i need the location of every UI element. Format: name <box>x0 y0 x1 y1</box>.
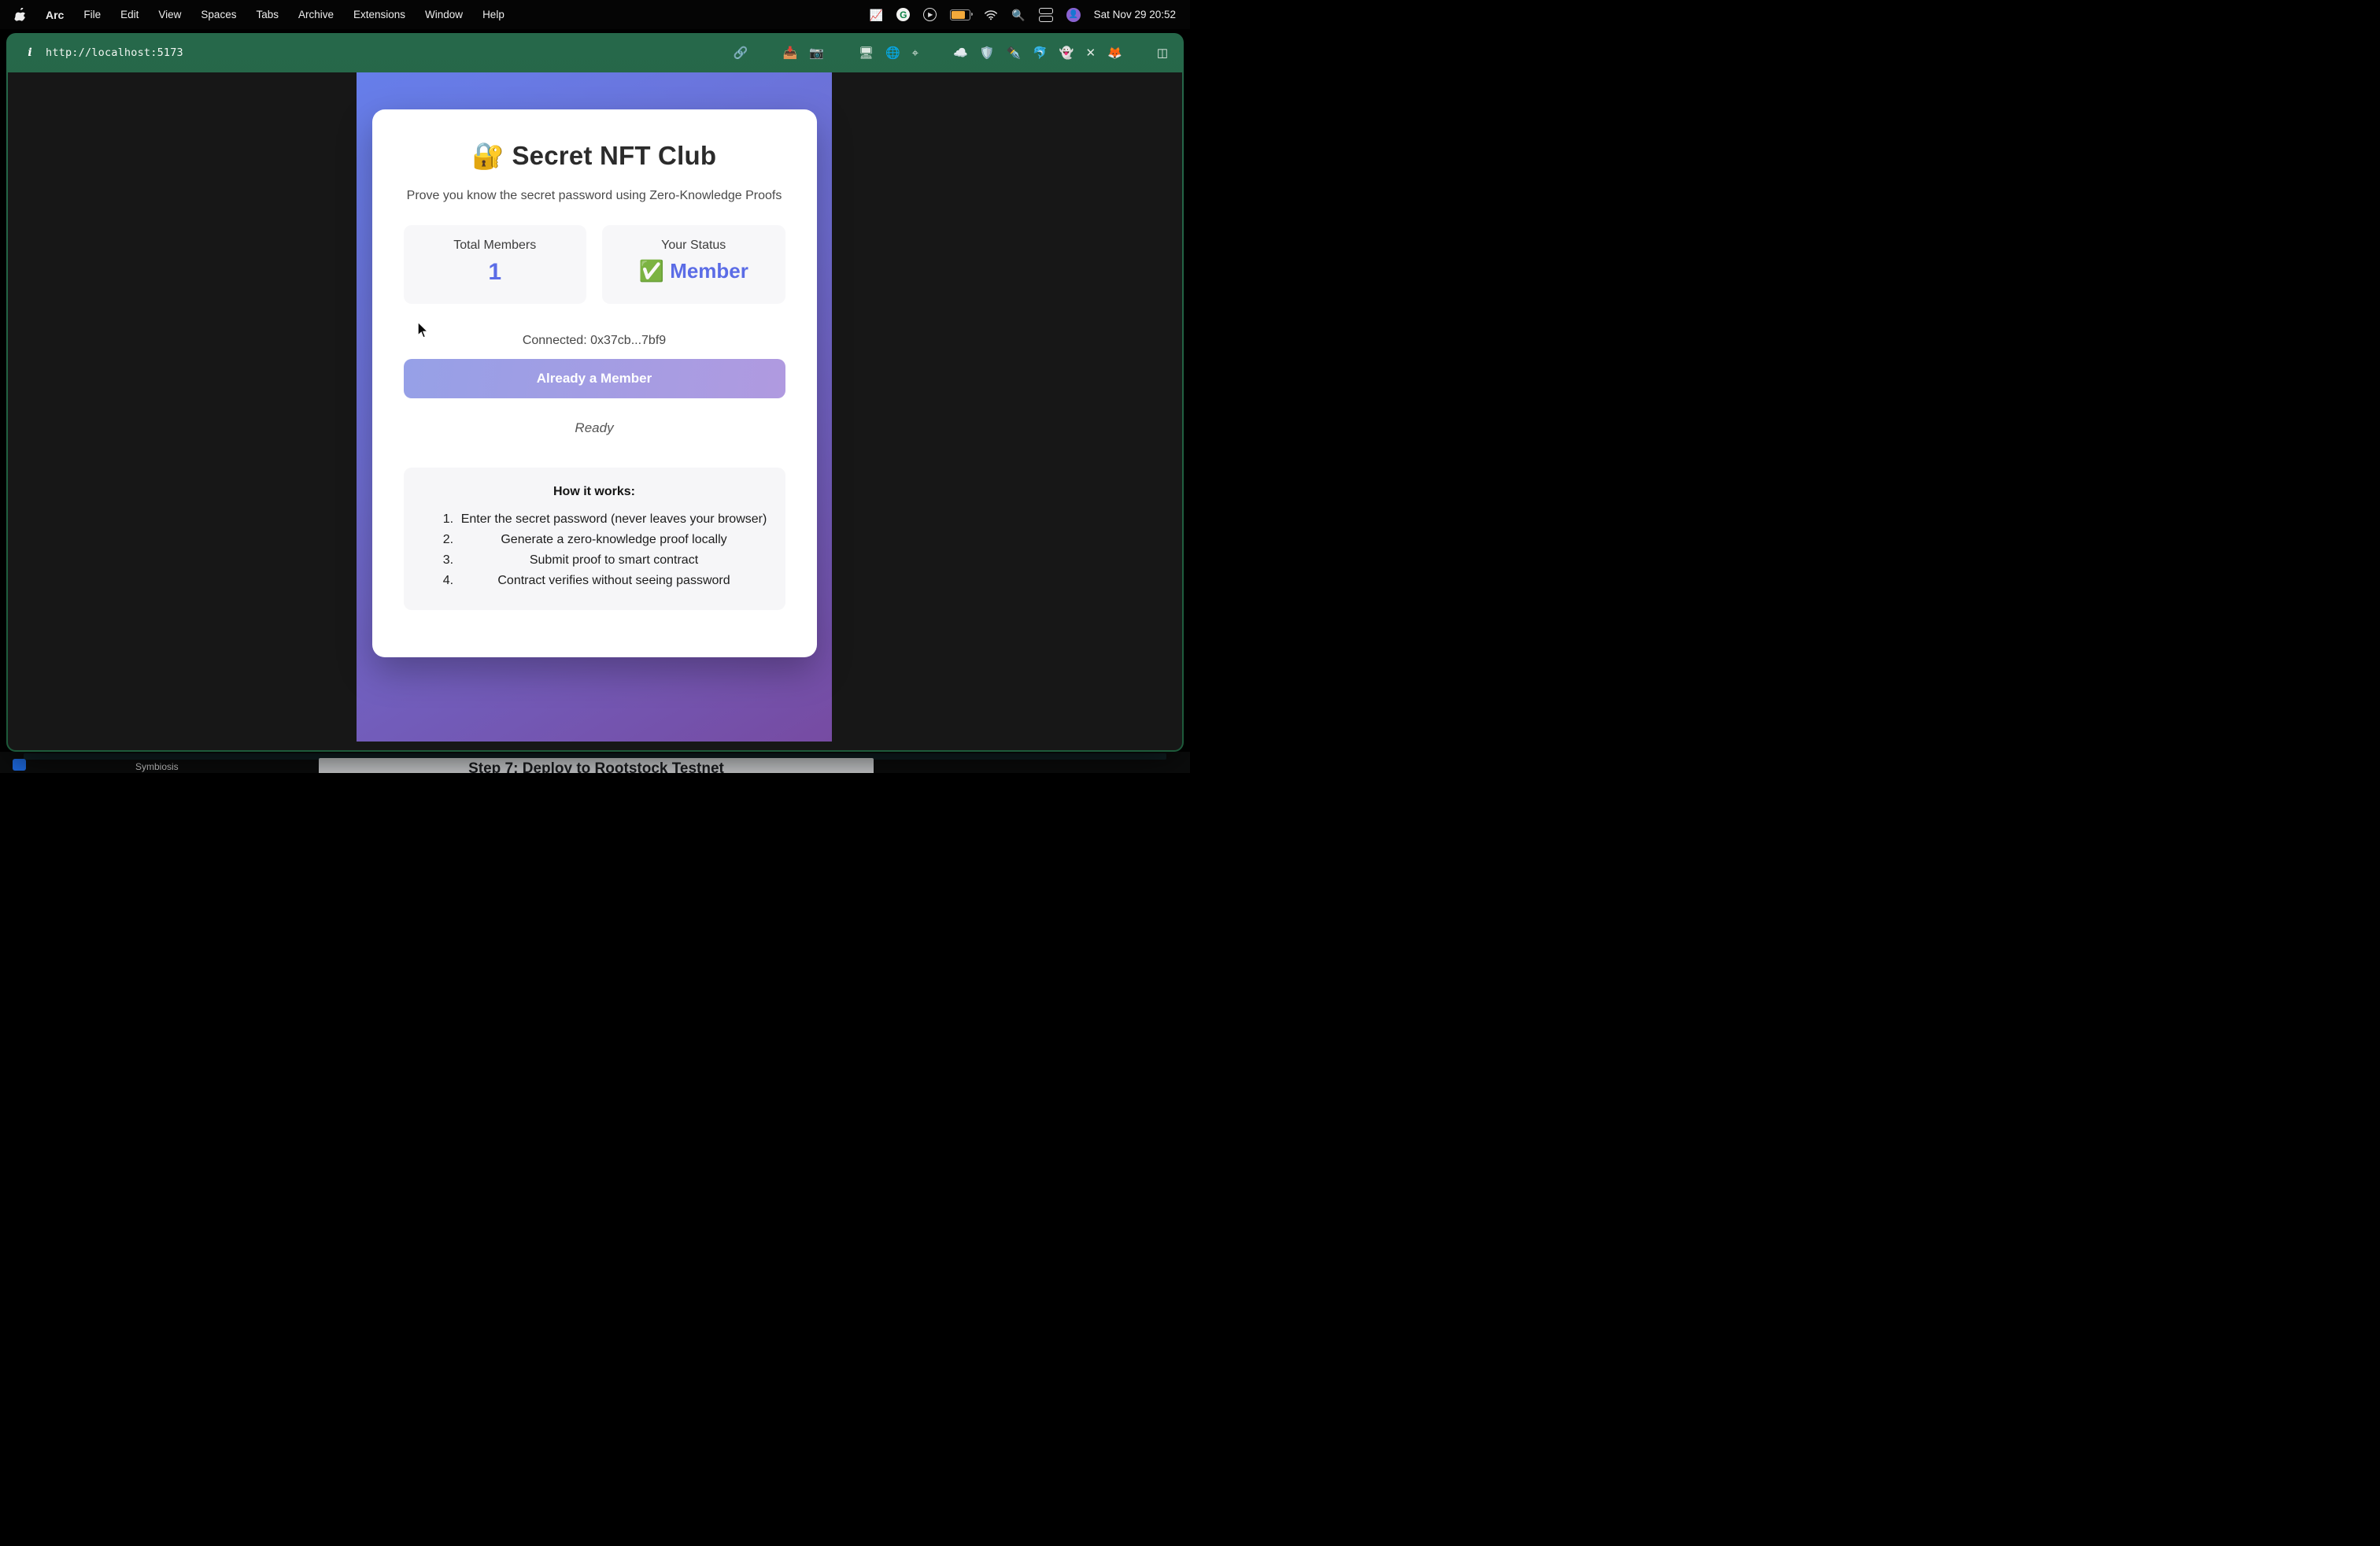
menu-item-extensions[interactable]: Extensions <box>353 9 405 20</box>
site-info-icon[interactable]: i <box>22 45 38 61</box>
wifi-icon[interactable] <box>984 9 998 20</box>
menu-item-help[interactable]: Help <box>482 9 504 20</box>
ghost-extension-icon[interactable]: 👻 <box>1059 46 1074 60</box>
how-step-2: Generate a zero-knowledge proof locally <box>457 530 771 550</box>
page-subtitle: Prove you know the secret password using… <box>404 189 785 203</box>
connected-address: Connected: 0x37cb...7bf9 <box>404 334 785 348</box>
menu-item-file[interactable]: File <box>83 9 101 20</box>
webpage-gradient-background: 🔐 Secret NFT Club Prove you know the sec… <box>357 72 832 742</box>
url-field[interactable]: http://localhost:5173 <box>46 46 183 59</box>
total-members-stat: Total Members 1 <box>404 225 587 304</box>
apple-menu-icon[interactable] <box>14 8 26 21</box>
shield-extension-icon[interactable]: 🛡️ <box>980 46 995 60</box>
total-members-label: Total Members <box>404 239 587 253</box>
menu-item-window[interactable]: Window <box>425 9 463 20</box>
your-status-stat: Your Status ✅ Member <box>602 225 785 304</box>
menu-clock[interactable]: Sat Nov 29 20:52 <box>1094 9 1176 20</box>
terminal-icon[interactable]: 🖥 <box>859 46 874 60</box>
your-status-label: Your Status <box>602 239 785 253</box>
battery-icon[interactable] <box>950 9 970 20</box>
menu-item-tabs[interactable]: Tabs <box>256 9 279 20</box>
target-icon[interactable]: ⌖ <box>912 46 918 60</box>
search-icon[interactable]: 🔍 <box>1011 9 1025 20</box>
background-document-panel[interactable]: Step 7: Deploy to Rootstock Testnet <box>319 758 874 773</box>
fox-extension-icon[interactable]: 🦊 <box>1107 46 1122 60</box>
already-a-member-button[interactable]: Already a Member <box>404 359 785 398</box>
grammarly-icon[interactable]: G <box>896 8 910 21</box>
menu-item-view[interactable]: View <box>158 9 181 20</box>
how-step-4: Contract verifies without seeing passwor… <box>457 571 771 591</box>
how-it-works-title: How it works: <box>418 485 771 499</box>
total-members-value: 1 <box>404 259 587 286</box>
background-window-strip[interactable]: Symbiosis Step 7: Deploy to Rootstock Te… <box>0 752 1190 773</box>
how-it-works-box: How it works: Enter the secret password … <box>404 468 785 610</box>
how-it-works-list: Enter the secret password (never leaves … <box>418 509 771 591</box>
cloud-extension-icon[interactable]: ☁️ <box>953 46 968 60</box>
secret-nft-club-card: 🔐 Secret NFT Club Prove you know the sec… <box>372 109 817 657</box>
capture-icon[interactable]: 📥 <box>783 46 798 60</box>
control-center-icon[interactable] <box>1039 8 1053 22</box>
macos-menu-bar: Arc File Edit View Spaces Tabs Archive E… <box>0 0 1190 29</box>
menu-app-name[interactable]: Arc <box>46 9 64 21</box>
page-title: 🔐 Secret NFT Club <box>404 141 785 172</box>
menu-item-archive[interactable]: Archive <box>298 9 334 20</box>
dolphin-extension-icon[interactable]: 🐬 <box>1033 46 1048 60</box>
dock-badge <box>13 759 26 771</box>
copy-link-icon[interactable]: 🔗 <box>734 46 748 60</box>
split-view-icon[interactable]: ◫ <box>1157 46 1168 60</box>
stats-row: Total Members 1 Your Status ✅ Member <box>404 225 785 304</box>
camera-icon[interactable]: 📷 <box>809 46 824 60</box>
menu-item-spaces[interactable]: Spaces <box>201 9 236 20</box>
status-text: Ready <box>404 420 785 436</box>
globe-icon[interactable]: 🌐 <box>885 46 900 60</box>
browser-viewport: 🔐 Secret NFT Club Prove you know the sec… <box>8 72 1182 750</box>
your-status-value: ✅ Member <box>602 259 785 283</box>
x-extension-icon[interactable]: ✕ <box>1086 46 1096 60</box>
browser-toolbar: i http://localhost:5173 🔗 📥 📷 🖥 🌐 ⌖ ☁️ 🛡… <box>6 33 1184 72</box>
play-circle-icon[interactable]: ▶ <box>923 8 937 21</box>
background-window-left-label: Symbiosis <box>135 761 179 772</box>
menu-item-edit[interactable]: Edit <box>120 9 139 20</box>
background-document-heading: Step 7: Deploy to Rootstock Testnet <box>319 760 874 773</box>
avatar-icon[interactable]: 👤 <box>1066 8 1081 22</box>
ink-extension-icon[interactable]: ✒️ <box>1006 46 1021 60</box>
how-step-3: Submit proof to smart contract <box>457 550 771 571</box>
arc-browser-window: i http://localhost:5173 🔗 📥 📷 🖥 🌐 ⌖ ☁️ 🛡… <box>6 33 1184 752</box>
how-step-1: Enter the secret password (never leaves … <box>457 509 771 530</box>
stocks-icon[interactable]: 📈 <box>870 9 883 20</box>
